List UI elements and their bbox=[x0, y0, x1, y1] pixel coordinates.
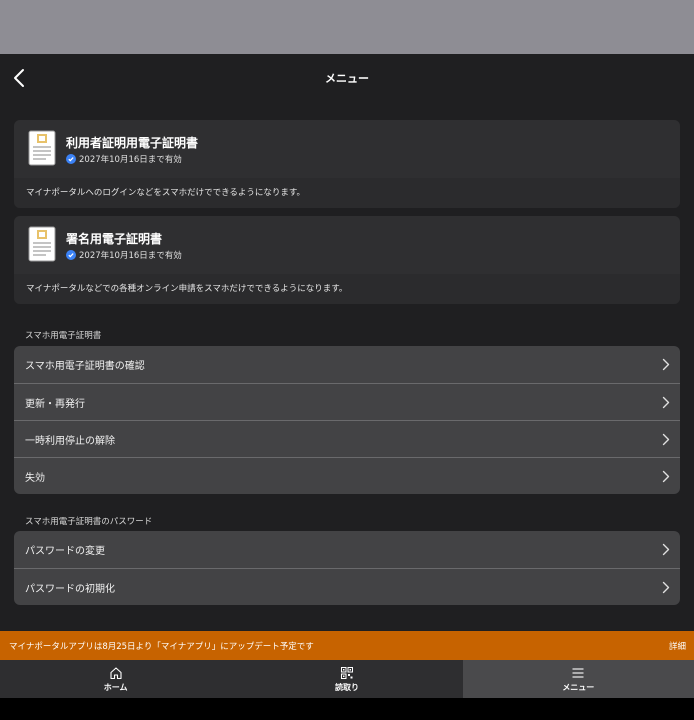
menu-icon bbox=[572, 667, 584, 678]
menu-item-label: 失効 bbox=[25, 472, 45, 484]
banner-detail-link[interactable]: 詳細 bbox=[669, 640, 686, 652]
qr-icon bbox=[340, 666, 353, 679]
certificate-card-signature[interactable]: 署名用電子証明書 2027年10月16日まで有効 マイナポータルなどでの各種オン… bbox=[14, 216, 680, 304]
tab-label: メニュー bbox=[562, 682, 595, 692]
certificate-card-user[interactable]: 利用者証明用電子証明書 2027年10月16日まで有効 マイナポータルへのログイ… bbox=[14, 120, 680, 208]
tab-scan[interactable]: 読取り bbox=[231, 660, 462, 698]
menu-item-label: パスワードの初期化 bbox=[25, 583, 115, 595]
page-title: メニュー bbox=[325, 72, 369, 85]
status-bar-area bbox=[0, 0, 694, 54]
chevron-right-icon bbox=[662, 543, 670, 556]
home-indicator-area bbox=[0, 698, 694, 720]
bottom-tab-bar: ホーム 読取り メニュー bbox=[0, 660, 694, 698]
tab-menu[interactable]: メニュー bbox=[462, 660, 694, 698]
password-menu-group: パスワードの変更 パスワードの初期化 bbox=[14, 531, 680, 605]
header: メニュー bbox=[0, 54, 694, 102]
certificate-validity: 2027年10月16日まで有効 bbox=[66, 249, 182, 261]
chevron-right-icon bbox=[662, 581, 670, 594]
tab-label: ホーム bbox=[103, 682, 128, 692]
certificate-menu-group: スマホ用電子証明書の確認 更新・再発行 一時利用停止の解除 失効 bbox=[14, 346, 680, 494]
menu-item-change-password[interactable]: パスワードの変更 bbox=[14, 531, 680, 568]
menu-item-unsuspend[interactable]: 一時利用停止の解除 bbox=[14, 420, 680, 457]
app-screen: メニュー 利用者証明用電子証明書 2027年10月16日まで有効 マイナポータル… bbox=[0, 54, 694, 698]
certificate-title: 利用者証明用電子証明書 bbox=[66, 136, 199, 150]
menu-item-revoke[interactable]: 失効 bbox=[14, 457, 680, 494]
chevron-right-icon bbox=[662, 396, 670, 409]
menu-item-label: スマホ用電子証明書の確認 bbox=[25, 361, 145, 372]
certificate-document-icon bbox=[28, 226, 56, 262]
chevron-right-icon bbox=[662, 358, 670, 371]
announcement-banner: マイナポータルアプリは8月25日より「マイナアプリ」にアップデート予定です 詳細 bbox=[0, 631, 694, 660]
menu-item-label: 一時利用停止の解除 bbox=[25, 435, 115, 447]
menu-item-label: 更新・再発行 bbox=[25, 398, 85, 410]
chevron-right-icon bbox=[662, 470, 670, 483]
certificate-validity: 2027年10月16日まで有効 bbox=[66, 153, 182, 165]
certificate-validity-text: 2027年10月16日まで有効 bbox=[79, 155, 182, 165]
verified-check-icon bbox=[66, 250, 76, 260]
menu-item-renew[interactable]: 更新・再発行 bbox=[14, 383, 680, 420]
menu-item-check-certificate[interactable]: スマホ用電子証明書の確認 bbox=[14, 346, 680, 383]
certificate-description: マイナポータルへのログインなどをスマホだけでできるようになります。 bbox=[14, 178, 680, 208]
banner-text: マイナポータルアプリは8月25日より「マイナアプリ」にアップデート予定です bbox=[9, 641, 314, 652]
section-label-certificate: スマホ用電子証明書 bbox=[25, 331, 102, 341]
section-label-password: スマホ用電子証明書のパスワード bbox=[25, 517, 153, 527]
menu-item-label: パスワードの変更 bbox=[25, 546, 105, 557]
menu-item-reset-password[interactable]: パスワードの初期化 bbox=[14, 568, 680, 605]
home-icon bbox=[110, 666, 122, 679]
tab-label: 読取り bbox=[334, 682, 359, 692]
chevron-right-icon bbox=[662, 433, 670, 446]
certificate-document-icon bbox=[28, 130, 56, 166]
tab-home[interactable]: ホーム bbox=[0, 660, 231, 698]
certificate-description: マイナポータルなどでの各種オンライン申請をスマホだけでできるようになります。 bbox=[14, 274, 680, 304]
certificate-title: 署名用電子証明書 bbox=[66, 232, 163, 246]
verified-check-icon bbox=[66, 154, 76, 164]
certificate-validity-text: 2027年10月16日まで有効 bbox=[79, 251, 182, 261]
certificate-card-header: 署名用電子証明書 2027年10月16日まで有効 bbox=[14, 216, 680, 274]
certificate-card-header: 利用者証明用電子証明書 2027年10月16日まで有効 bbox=[14, 120, 680, 178]
